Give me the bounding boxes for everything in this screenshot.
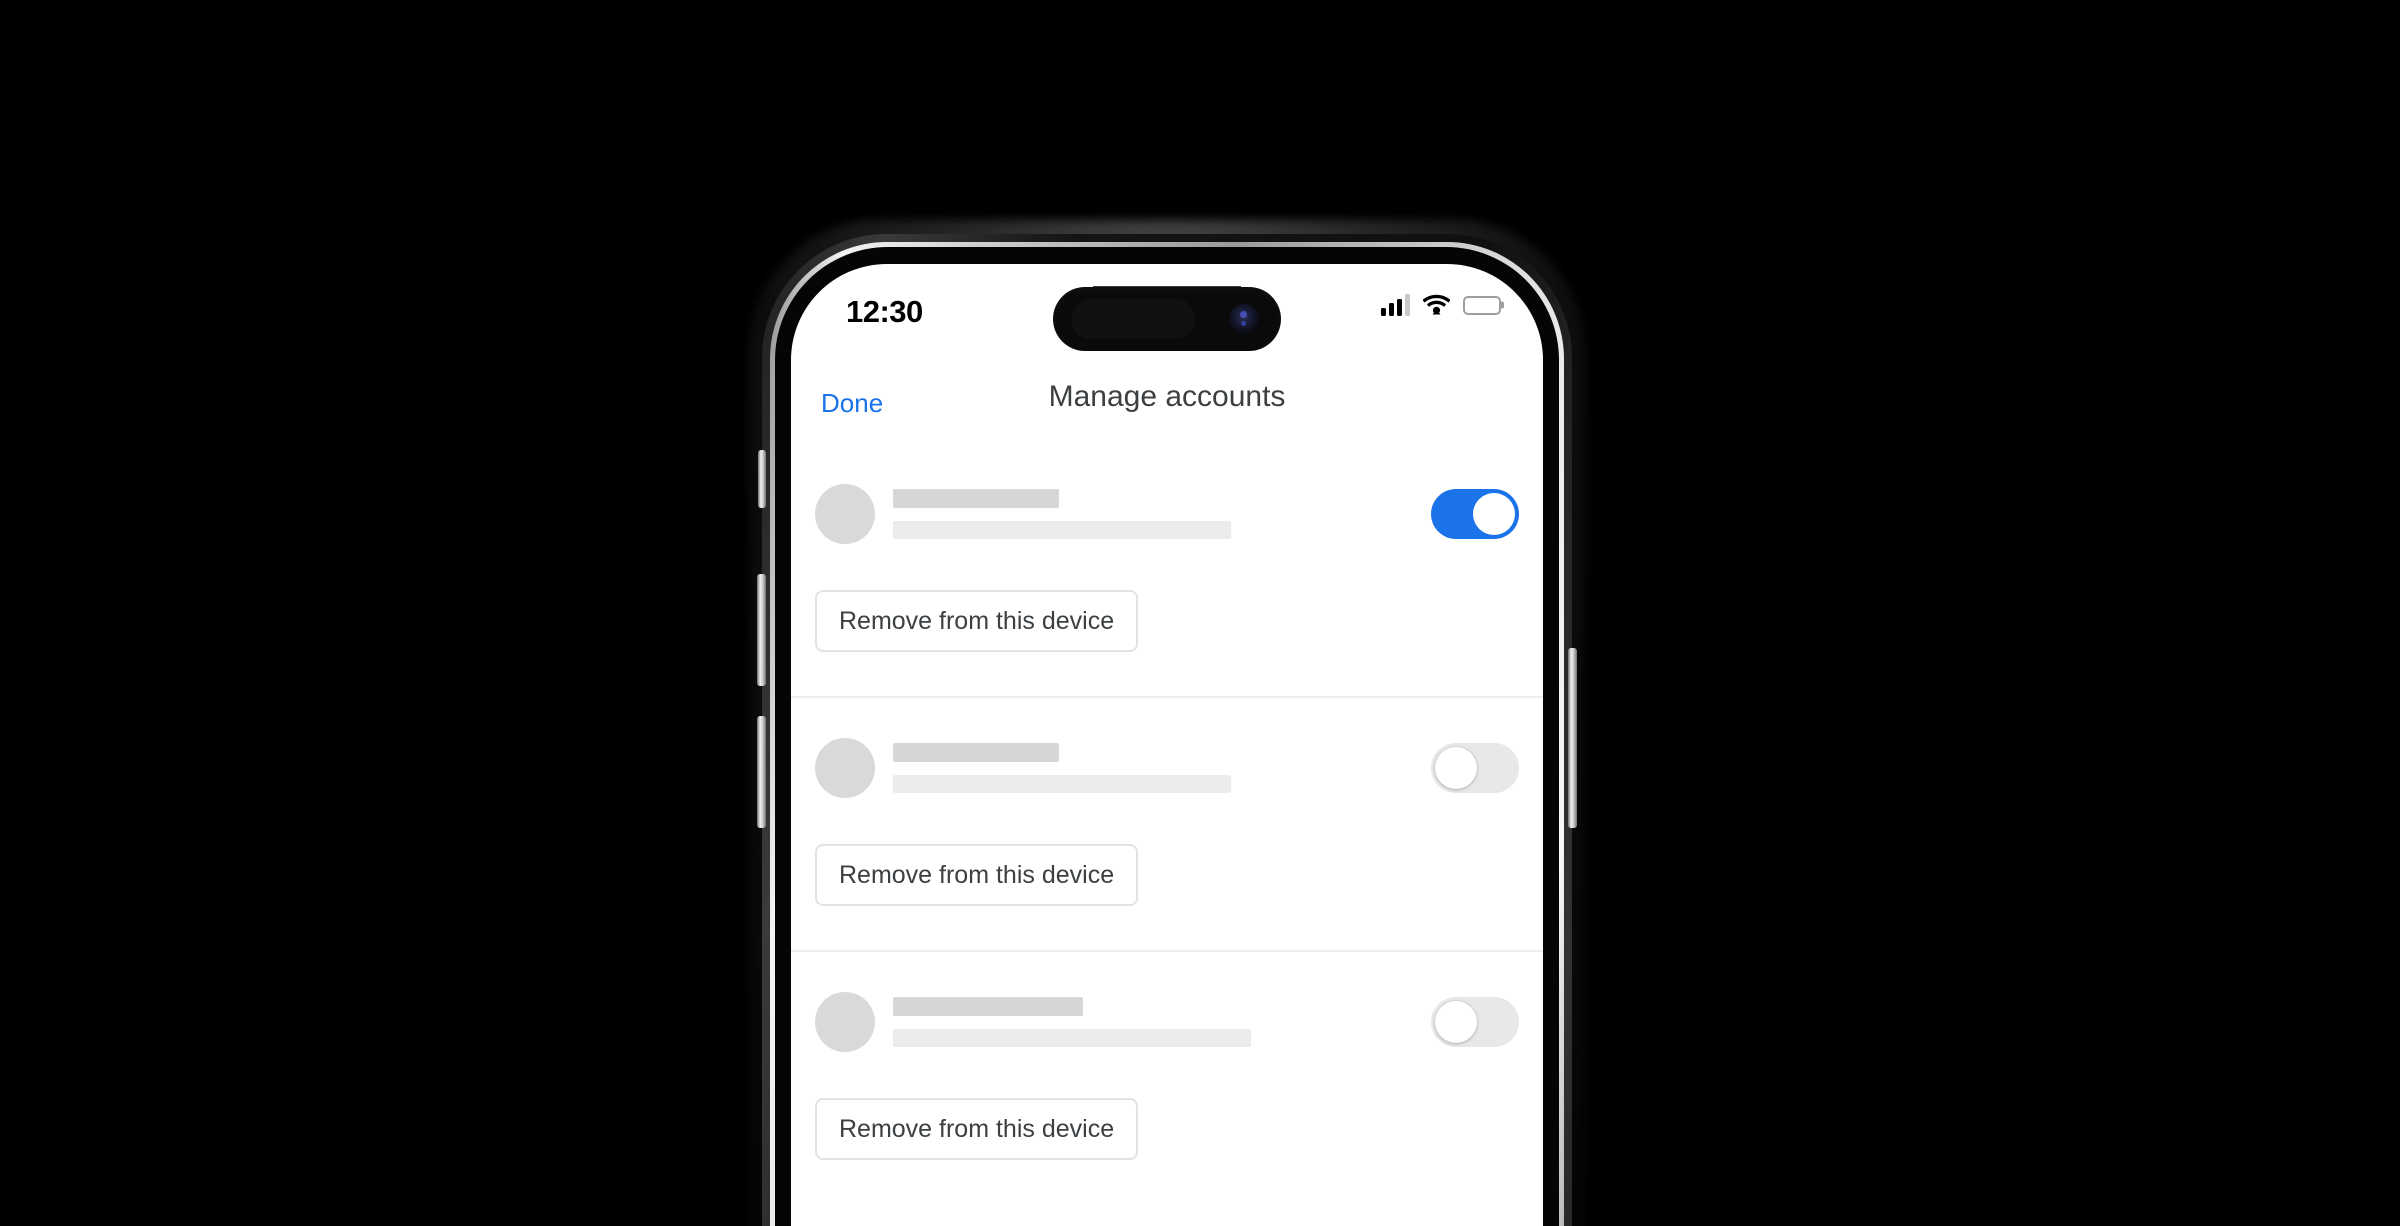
account-name-placeholder (893, 743, 1059, 762)
volume-up-button[interactable] (757, 574, 766, 686)
sync-toggle[interactable] (1431, 743, 1519, 793)
status-bar-indicators (1381, 294, 1501, 316)
status-bar: 12:30 (791, 264, 1543, 362)
cellular-signal-icon (1381, 294, 1410, 316)
account-section: Remove from this device (791, 950, 1543, 1204)
account-name-placeholder (893, 997, 1083, 1016)
done-button[interactable]: Done (815, 384, 889, 423)
remove-from-device-button[interactable]: Remove from this device (815, 1098, 1139, 1160)
phone-device-frame: 12:30 Done Manage accounts Remove from t… (748, 220, 1586, 1226)
power-side-button[interactable] (1568, 648, 1577, 828)
remove-from-device-button[interactable]: Remove from this device (815, 844, 1139, 906)
page-title: Manage accounts (1048, 380, 1286, 413)
account-text-placeholders (893, 743, 1431, 793)
account-avatar-placeholder (815, 484, 875, 544)
wifi-icon (1422, 294, 1451, 316)
sync-toggle[interactable] (1431, 997, 1519, 1047)
dynamic-island (1053, 287, 1281, 351)
sync-toggle-knob (1473, 493, 1515, 535)
account-text-placeholders (893, 997, 1431, 1047)
phone-screen: 12:30 Done Manage accounts Remove from t… (791, 264, 1543, 1226)
account-section: Remove from this device (791, 696, 1543, 950)
sync-toggle-knob (1435, 747, 1477, 789)
account-section: Remove from this device (791, 444, 1543, 696)
account-row[interactable] (791, 736, 1543, 800)
remove-from-device-button[interactable]: Remove from this device (815, 590, 1139, 652)
dynamic-island-pill (1071, 299, 1195, 339)
volume-down-button[interactable] (757, 716, 766, 828)
account-email-placeholder (893, 521, 1231, 539)
account-avatar-placeholder (815, 738, 875, 798)
sync-toggle-knob (1435, 1001, 1477, 1043)
account-row[interactable] (791, 990, 1543, 1054)
account-row[interactable] (791, 482, 1543, 546)
account-avatar-placeholder (815, 992, 875, 1052)
mute-switch-button[interactable] (758, 450, 766, 508)
battery-icon (1463, 295, 1501, 315)
sync-toggle[interactable] (1431, 489, 1519, 539)
account-text-placeholders (893, 489, 1431, 539)
accounts-list: Remove from this device Remove from this… (791, 444, 1543, 1204)
front-camera-lens-icon (1229, 304, 1259, 334)
navigation-bar: Done Manage accounts (791, 362, 1543, 444)
account-name-placeholder (893, 489, 1059, 508)
account-email-placeholder (893, 775, 1231, 793)
status-bar-clock: 12:30 (846, 294, 923, 329)
account-email-placeholder (893, 1029, 1251, 1047)
page-root: 12:30 Done Manage accounts Remove from t… (0, 0, 2400, 1226)
